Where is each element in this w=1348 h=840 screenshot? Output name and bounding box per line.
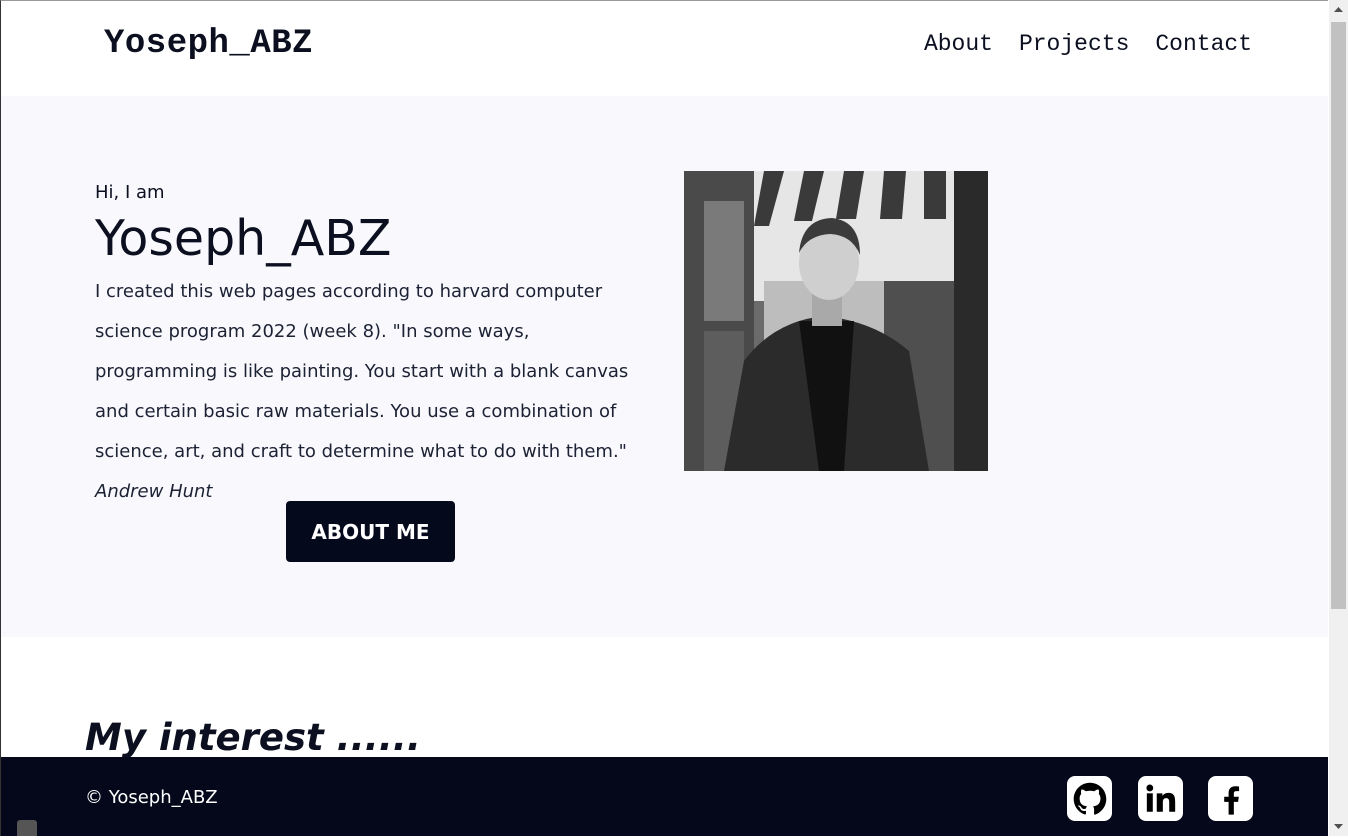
brand-logo[interactable]: Yoseph_ABZ [104, 25, 313, 63]
profile-photo [684, 171, 988, 471]
hero-name: Yoseph_ABZ [95, 210, 392, 267]
scroll-up-arrow-icon[interactable] [1329, 0, 1348, 20]
hero-description-text: I created this web pages according to ha… [95, 281, 629, 462]
profile-photo-icon [684, 171, 988, 471]
linkedin-icon [1145, 784, 1175, 812]
nav-projects[interactable]: Projects [1019, 31, 1129, 57]
facebook-link[interactable] [1208, 776, 1253, 821]
hero-greeting: Hi, I am [95, 182, 165, 203]
site-footer: © Yoseph_ABZ [1, 757, 1328, 836]
scroll-down-arrow-icon[interactable] [1329, 816, 1348, 836]
about-me-button[interactable]: ABOUT ME [286, 501, 455, 562]
quote-author: Andrew Hunt [95, 481, 213, 502]
site-header: Yoseph_ABZ About Projects Contact [1, 1, 1328, 96]
nav-contact[interactable]: Contact [1155, 31, 1252, 57]
nav-about[interactable]: About [924, 31, 993, 57]
hero-description: I created this web pages according to ha… [95, 272, 655, 512]
github-link[interactable] [1067, 776, 1112, 821]
page-scrollbar[interactable] [1329, 0, 1348, 836]
scrollbar-thumb[interactable] [1331, 22, 1346, 609]
linkedin-link[interactable] [1138, 776, 1183, 821]
interest-heading: My interest ...... [85, 716, 421, 759]
extension-icon[interactable] [17, 820, 37, 836]
main-nav: About Projects Contact [924, 31, 1252, 57]
facebook-icon [1223, 785, 1239, 815]
copyright-text: © Yoseph_ABZ [85, 787, 218, 808]
github-icon [1073, 782, 1106, 815]
